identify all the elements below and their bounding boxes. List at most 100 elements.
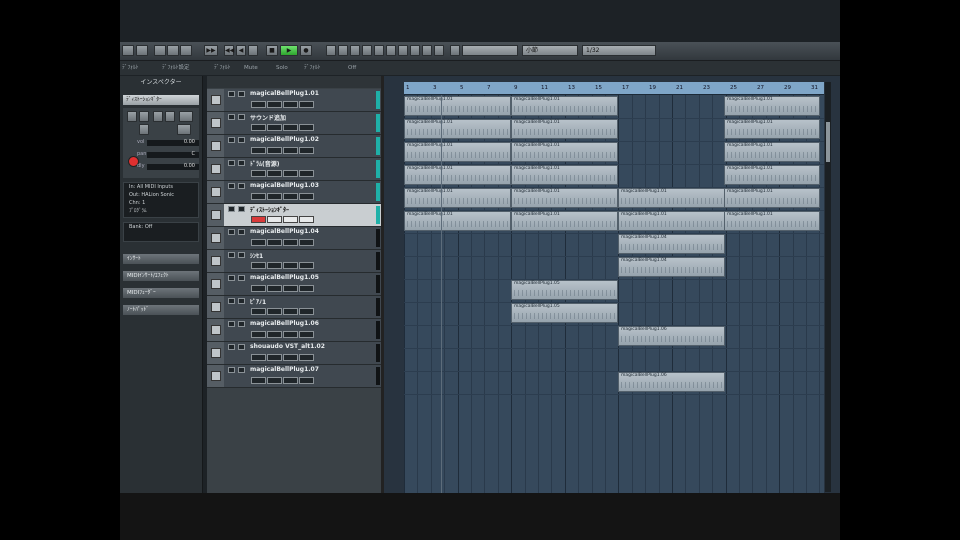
track-select-checkbox[interactable] xyxy=(211,371,221,381)
track-select-checkbox[interactable] xyxy=(211,325,221,335)
midi-part[interactable]: magicalBellPlug1.01 xyxy=(618,188,725,208)
track-name[interactable]: ﾃﾞｨｽﾄｰｼｮﾝｷﾞﾀｰ xyxy=(250,205,289,214)
track-row[interactable]: ﾋﾟｱﾉ1 xyxy=(207,296,381,319)
monitor-button[interactable] xyxy=(267,147,282,154)
midi-part[interactable]: magicalBellPlug1.04 xyxy=(618,257,725,277)
ruler[interactable]: 1 3 5 7 9 11 13 15 17 19 21 23 25 27 29 31 xyxy=(404,82,824,95)
object-select-tool[interactable] xyxy=(326,45,336,56)
read-button[interactable] xyxy=(283,216,298,223)
track-row[interactable]: magicalBellPlug1.03 xyxy=(207,181,381,204)
solo-button[interactable] xyxy=(238,275,245,281)
mute-tool[interactable] xyxy=(398,45,408,56)
record-enable-button[interactable] xyxy=(251,285,266,292)
event-display[interactable]: magicalBellPlug1.01 magicalBellPlug1.01 ma… xyxy=(404,95,824,493)
track-name[interactable]: ｼﾝｾ1 xyxy=(250,251,263,260)
track-row[interactable]: magicalBellPlug1.04 xyxy=(207,227,381,250)
midi-part[interactable]: magicalBellPlug1.01 xyxy=(724,142,820,162)
track-name[interactable]: magicalBellPlug1.04 xyxy=(250,228,319,235)
write-button[interactable] xyxy=(299,101,314,108)
monitor-button[interactable] xyxy=(267,331,282,338)
marker-add-button[interactable] xyxy=(180,45,192,56)
info-item[interactable]: ﾃﾞﾌｫﾙﾄ xyxy=(304,61,321,75)
midi-part[interactable]: magicalBellPlug1.05 xyxy=(511,303,618,323)
midi-part[interactable]: magicalBellPlug1.06 xyxy=(618,372,725,392)
midi-part[interactable]: magicalBellPlug1.01 xyxy=(404,119,511,139)
track-name[interactable]: サウンド追加 xyxy=(250,113,286,122)
midi-part[interactable]: magicalBellPlug1.01 xyxy=(511,211,618,231)
inspector-section-midi-effects[interactable]: MIDIｲﾝｻｰﾄ/ｴﾌｪｸﾄ xyxy=(123,271,199,281)
rewind-button[interactable]: ◀◀ xyxy=(224,45,234,56)
track-name[interactable]: shouaudo VST_alt1.02 xyxy=(250,343,325,350)
record-enable-button[interactable] xyxy=(251,239,266,246)
monitor-button[interactable] xyxy=(139,124,149,135)
mute-button[interactable] xyxy=(228,275,235,281)
midi-part[interactable]: magicalBellPlug1.01 xyxy=(511,119,618,139)
solo-button[interactable] xyxy=(238,229,245,235)
monitor-button[interactable] xyxy=(267,193,282,200)
record-enable-button[interactable] xyxy=(251,216,266,223)
midi-part[interactable]: magicalBellPlug1.01 xyxy=(511,96,618,116)
solo-button[interactable] xyxy=(238,183,245,189)
snap-toggle[interactable] xyxy=(450,45,460,56)
track-row[interactable]: ﾄﾞﾗﾑ(音源) xyxy=(207,158,381,181)
info-item[interactable]: Solo xyxy=(276,61,288,75)
solo-button[interactable] xyxy=(139,111,149,122)
midi-part[interactable]: magicalBellPlug1.01 xyxy=(724,165,820,185)
constrain-button[interactable] xyxy=(136,45,148,56)
monitor-button[interactable] xyxy=(267,239,282,246)
write-button[interactable] xyxy=(299,193,314,200)
write-button[interactable] xyxy=(299,377,314,384)
solo-button[interactable] xyxy=(238,91,245,97)
midi-part[interactable]: magicalBellPlug1.01 xyxy=(724,96,820,116)
track-select-checkbox[interactable] xyxy=(211,141,221,151)
write-button[interactable] xyxy=(299,262,314,269)
track-row[interactable]: magicalBellPlug1.06 xyxy=(207,319,381,342)
output-routing[interactable]: Out: HALion Sonic xyxy=(124,191,198,199)
solo-button[interactable] xyxy=(238,321,245,327)
write-button[interactable] xyxy=(299,308,314,315)
write-button[interactable] xyxy=(299,216,314,223)
arrangement-area[interactable]: 1 3 5 7 9 11 13 15 17 19 21 23 25 27 29 31 magicalBellP… xyxy=(384,76,840,493)
read-button[interactable] xyxy=(283,101,298,108)
solo-button[interactable] xyxy=(238,252,245,258)
track-select-checkbox[interactable] xyxy=(211,95,221,105)
track-row[interactable]: ﾃﾞｨｽﾄｰｼｮﾝｷﾞﾀｰ xyxy=(207,204,381,227)
mute-button[interactable] xyxy=(228,229,235,235)
read-button[interactable] xyxy=(283,239,298,246)
solo-button[interactable] xyxy=(238,344,245,350)
midi-part[interactable]: magicalBellPlug1.01 xyxy=(511,188,618,208)
monitor-button[interactable] xyxy=(267,377,282,384)
read-button[interactable] xyxy=(283,262,298,269)
write-button[interactable] xyxy=(299,331,314,338)
midi-part[interactable]: magicalBellPlug1.01 xyxy=(511,142,618,162)
input-routing[interactable]: In: All MIDI Inputs xyxy=(124,183,198,191)
track-row[interactable]: shouaudo VST_alt1.02 xyxy=(207,342,381,365)
glue-tool[interactable] xyxy=(362,45,372,56)
midi-part[interactable]: magicalBellPlug1.01 xyxy=(404,165,511,185)
info-item[interactable]: ﾃﾞﾌｫﾙﾄ xyxy=(122,61,139,75)
write-button[interactable] xyxy=(299,285,314,292)
write-button[interactable] xyxy=(299,170,314,177)
stop-button[interactable]: ■ xyxy=(266,45,278,56)
midi-part[interactable]: magicalBellPlug1.04 xyxy=(618,234,725,254)
read-button[interactable] xyxy=(283,377,298,384)
mute-button[interactable] xyxy=(228,183,235,189)
track-row[interactable]: magicalBellPlug1.05 xyxy=(207,273,381,296)
midi-part[interactable]: magicalBellPlug1.01 xyxy=(404,142,511,162)
scroll-thumb[interactable] xyxy=(826,122,830,162)
track-row[interactable]: magicalBellPlug1.01 xyxy=(207,89,381,112)
split-tool[interactable] xyxy=(350,45,360,56)
midi-part[interactable]: magicalBellPlug1.01 xyxy=(724,188,820,208)
monitor-button[interactable] xyxy=(267,262,282,269)
inspector-section-note-pad[interactable]: ﾉｰﾄﾊﾟｯﾄﾞ xyxy=(123,305,199,315)
info-item[interactable]: ﾃﾞﾌｫﾙﾄ xyxy=(214,61,231,75)
track-name[interactable]: magicalBellPlug1.05 xyxy=(250,274,319,281)
track-name[interactable]: magicalBellPlug1.03 xyxy=(250,182,319,189)
record-enable-button[interactable] xyxy=(251,101,266,108)
track-name[interactable]: magicalBellPlug1.01 xyxy=(250,90,319,97)
track-name[interactable]: ﾋﾟｱﾉ1 xyxy=(250,297,266,306)
mute-button[interactable] xyxy=(228,91,235,97)
erase-tool[interactable] xyxy=(374,45,384,56)
midi-part[interactable]: magicalBellPlug1.01 xyxy=(404,188,511,208)
track-select-checkbox[interactable] xyxy=(211,187,221,197)
